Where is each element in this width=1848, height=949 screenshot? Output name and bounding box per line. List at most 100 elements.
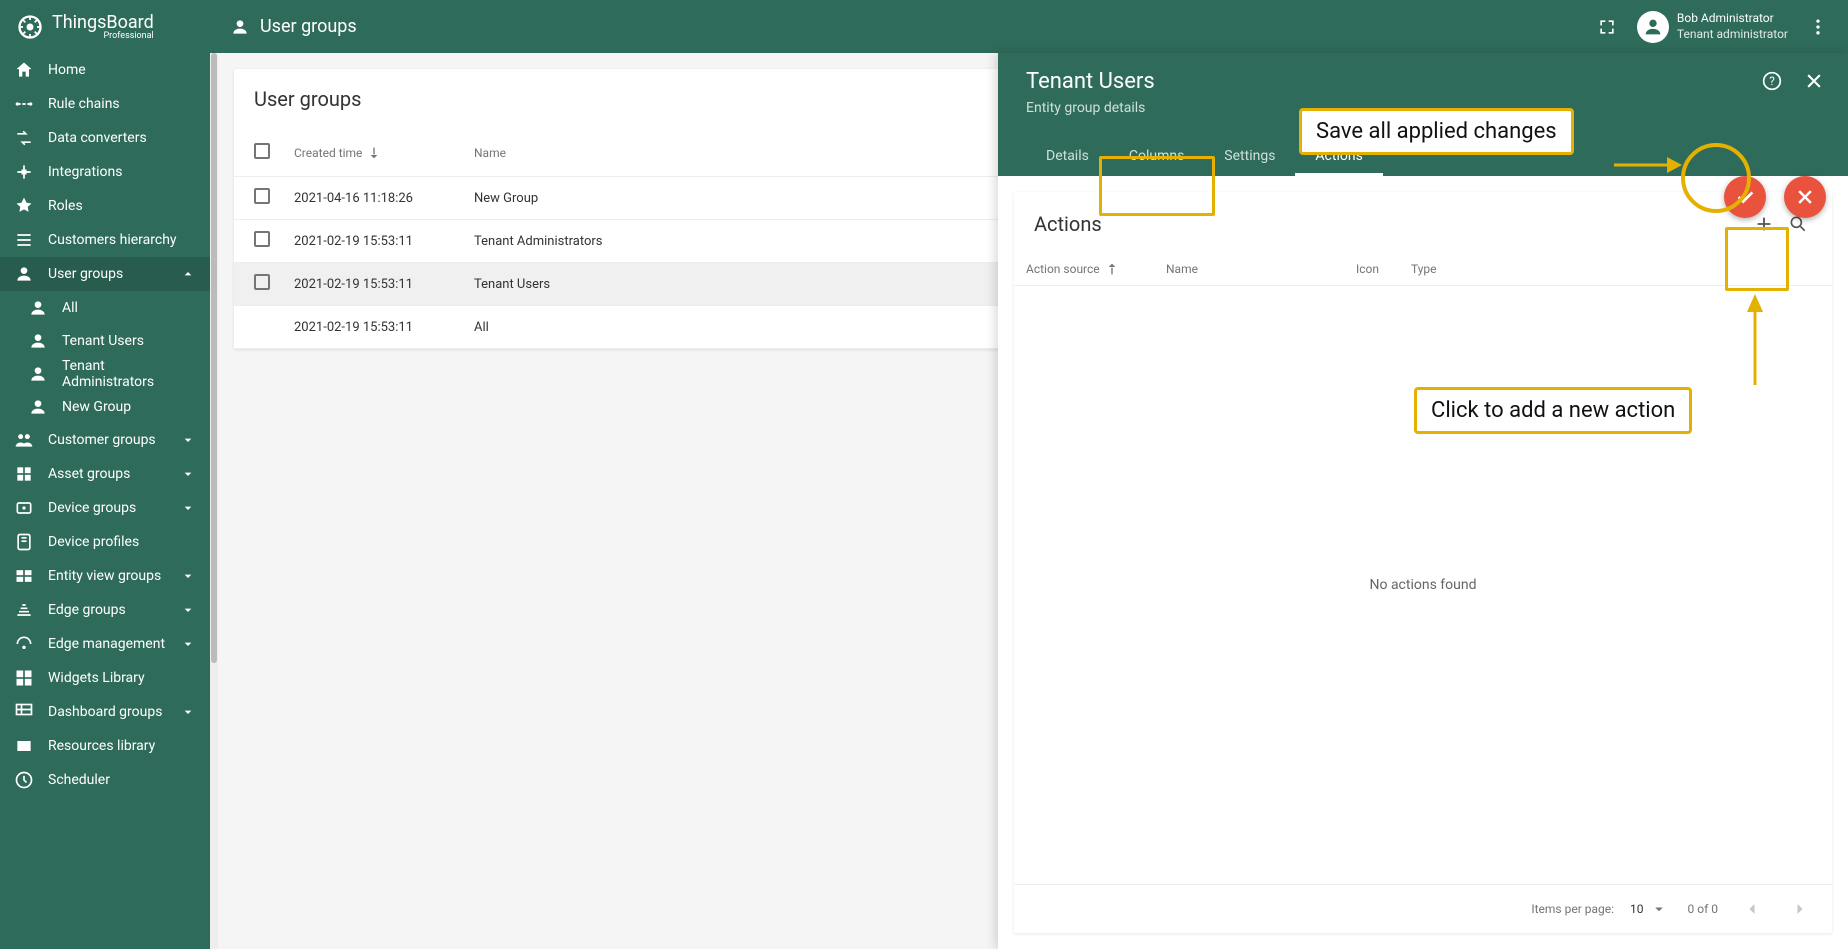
person-icon (28, 364, 48, 384)
actions-title: Actions (1034, 212, 1750, 236)
sidebar-item-data-converters[interactable]: Data converters (0, 121, 210, 155)
sidebar: HomeRule chainsData converters Integratio… (0, 53, 210, 949)
sidebar-item-widgets-library[interactable]: Widgets Library (0, 661, 210, 695)
sidebar-item-device-groups[interactable]: Device groups (0, 491, 210, 525)
usergroups-icon (230, 17, 250, 37)
close-panel-button[interactable] (1800, 67, 1828, 95)
items-per-page-value[interactable]: 10 (1630, 902, 1644, 916)
sidebar-item-label: Tenant Administrators (62, 358, 196, 390)
annotation-save: Save all applied changes (1299, 108, 1574, 155)
converters-icon (14, 128, 34, 148)
logo[interactable]: ThingsBoard Professional (16, 12, 210, 41)
sidebar-item-scheduler[interactable]: Scheduler (0, 763, 210, 797)
prev-page-button[interactable] (1738, 895, 1766, 923)
person-icon (28, 331, 48, 351)
sidebar-item-label: Integrations (48, 164, 122, 180)
checkbox-all[interactable] (254, 143, 270, 159)
sidebar-item-asset-groups[interactable]: Asset groups (0, 457, 210, 491)
sidebar-item-roles[interactable]: Roles (0, 189, 210, 223)
sidebar-item-edge-management[interactable]: Edge management (0, 627, 210, 661)
sidebar-scrollbar[interactable] (210, 53, 218, 949)
help-button[interactable]: ? (1758, 67, 1786, 95)
sidebar-item-label: Asset groups (48, 466, 130, 482)
chevron-down-icon (180, 704, 196, 720)
page-title-wrap: User groups (230, 16, 357, 37)
actions-col-type[interactable]: Type (1411, 262, 1437, 276)
dropdown-icon[interactable] (1650, 900, 1668, 918)
fullscreen-button[interactable] (1593, 13, 1621, 41)
user-role: Tenant administrator (1677, 27, 1788, 43)
home-icon (14, 60, 34, 80)
close-icon (1795, 187, 1815, 207)
chevron-down-icon (180, 466, 196, 482)
chevron-up-icon (180, 266, 196, 282)
page-title: User groups (260, 16, 357, 37)
tab-details[interactable]: Details (1026, 136, 1109, 176)
fullscreen-icon (1597, 17, 1617, 37)
deviceprofiles-icon (14, 532, 34, 552)
row-checkbox[interactable] (254, 231, 270, 247)
actions-col-name[interactable]: Name (1166, 262, 1198, 276)
chevron-down-icon (180, 602, 196, 618)
sidebar-item-label: User groups (48, 266, 123, 282)
actions-card: Actions Action source Name Icon Typ (1014, 192, 1832, 933)
sidebar-item-integrations[interactable]: Integrations (0, 155, 210, 189)
sidebar-item-customers-hierarchy[interactable]: Customers hierarchy (0, 223, 210, 257)
tab-settings[interactable]: Settings (1204, 136, 1295, 176)
cancel-fab[interactable] (1784, 176, 1826, 218)
col-name[interactable]: Name (474, 146, 506, 160)
brand-name: ThingsBoard (52, 12, 154, 33)
actions-col-icon[interactable]: Icon (1356, 262, 1379, 276)
sidebar-subitem-tenant-users[interactable]: Tenant Users (0, 324, 210, 357)
sidebar-item-edge-groups[interactable]: Edge groups (0, 593, 210, 627)
sidebar-subitem-all[interactable]: All (0, 291, 210, 324)
row-created: 2021-02-19 15:53:11 (294, 277, 474, 292)
svg-text:?: ? (1769, 74, 1775, 88)
row-created: 2021-04-16 11:18:26 (294, 191, 474, 206)
chevron-down-icon (180, 636, 196, 652)
sidebar-item-label: New Group (62, 399, 131, 415)
items-per-page-label: Items per page: (1531, 902, 1614, 916)
next-page-button[interactable] (1786, 895, 1814, 923)
kebab-menu[interactable] (1804, 13, 1832, 41)
user-menu[interactable]: Bob Administrator Tenant administrator (1637, 11, 1788, 43)
user-name: Bob Administrator (1677, 11, 1788, 27)
actions-col-source[interactable]: Action source (1026, 262, 1100, 276)
scheduler-icon (14, 770, 34, 790)
row-checkbox[interactable] (254, 188, 270, 204)
help-icon: ? (1762, 71, 1782, 91)
col-created[interactable]: Created time (294, 146, 362, 160)
sidebar-item-rule-chains[interactable]: Rule chains (0, 87, 210, 121)
pagination-range: 0 of 0 (1688, 902, 1718, 916)
sidebar-item-label: Dashboard groups (48, 704, 162, 720)
chevron-right-icon (1790, 899, 1810, 919)
sidebar-item-label: Device groups (48, 500, 136, 516)
sort-down-icon (366, 145, 382, 161)
save-fab[interactable] (1724, 176, 1766, 218)
sidebar-item-resources-library[interactable]: Resources library (0, 729, 210, 763)
sidebar-subitem-new-group[interactable]: New Group (0, 390, 210, 423)
widgets-icon (14, 668, 34, 688)
row-created: 2021-02-19 15:53:11 (294, 320, 474, 335)
sidebar-item-label: Widgets Library (48, 670, 145, 686)
sidebar-item-home[interactable]: Home (0, 53, 210, 87)
row-checkbox[interactable] (254, 274, 270, 290)
sidebar-item-entity-view-groups[interactable]: Entity view groups (0, 559, 210, 593)
sidebar-item-dashboard-groups[interactable]: Dashboard groups (0, 695, 210, 729)
sidebar-item-user-groups[interactable]: User groups (0, 257, 210, 291)
rulechains-icon (14, 94, 34, 114)
usergroups-icon (14, 264, 34, 284)
tab-columns[interactable]: Columns (1109, 136, 1204, 176)
sidebar-item-device-profiles[interactable]: Device profiles (0, 525, 210, 559)
sidebar-item-customer-groups[interactable]: Customer groups (0, 423, 210, 457)
sidebar-item-label: Roles (48, 198, 83, 214)
roles-icon (14, 196, 34, 216)
sidebar-subitem-tenant-administrators[interactable]: Tenant Administrators (0, 357, 210, 390)
person-icon (28, 298, 48, 318)
actions-footer: Items per page: 10 0 of 0 (1014, 884, 1832, 933)
sidebar-item-label: Customer groups (48, 432, 156, 448)
sidebar-item-label: Edge management (48, 636, 165, 652)
sidebar-item-label: Customers hierarchy (48, 232, 177, 248)
devicegroups-icon (14, 498, 34, 518)
thingsboard-logo-icon (16, 13, 44, 41)
